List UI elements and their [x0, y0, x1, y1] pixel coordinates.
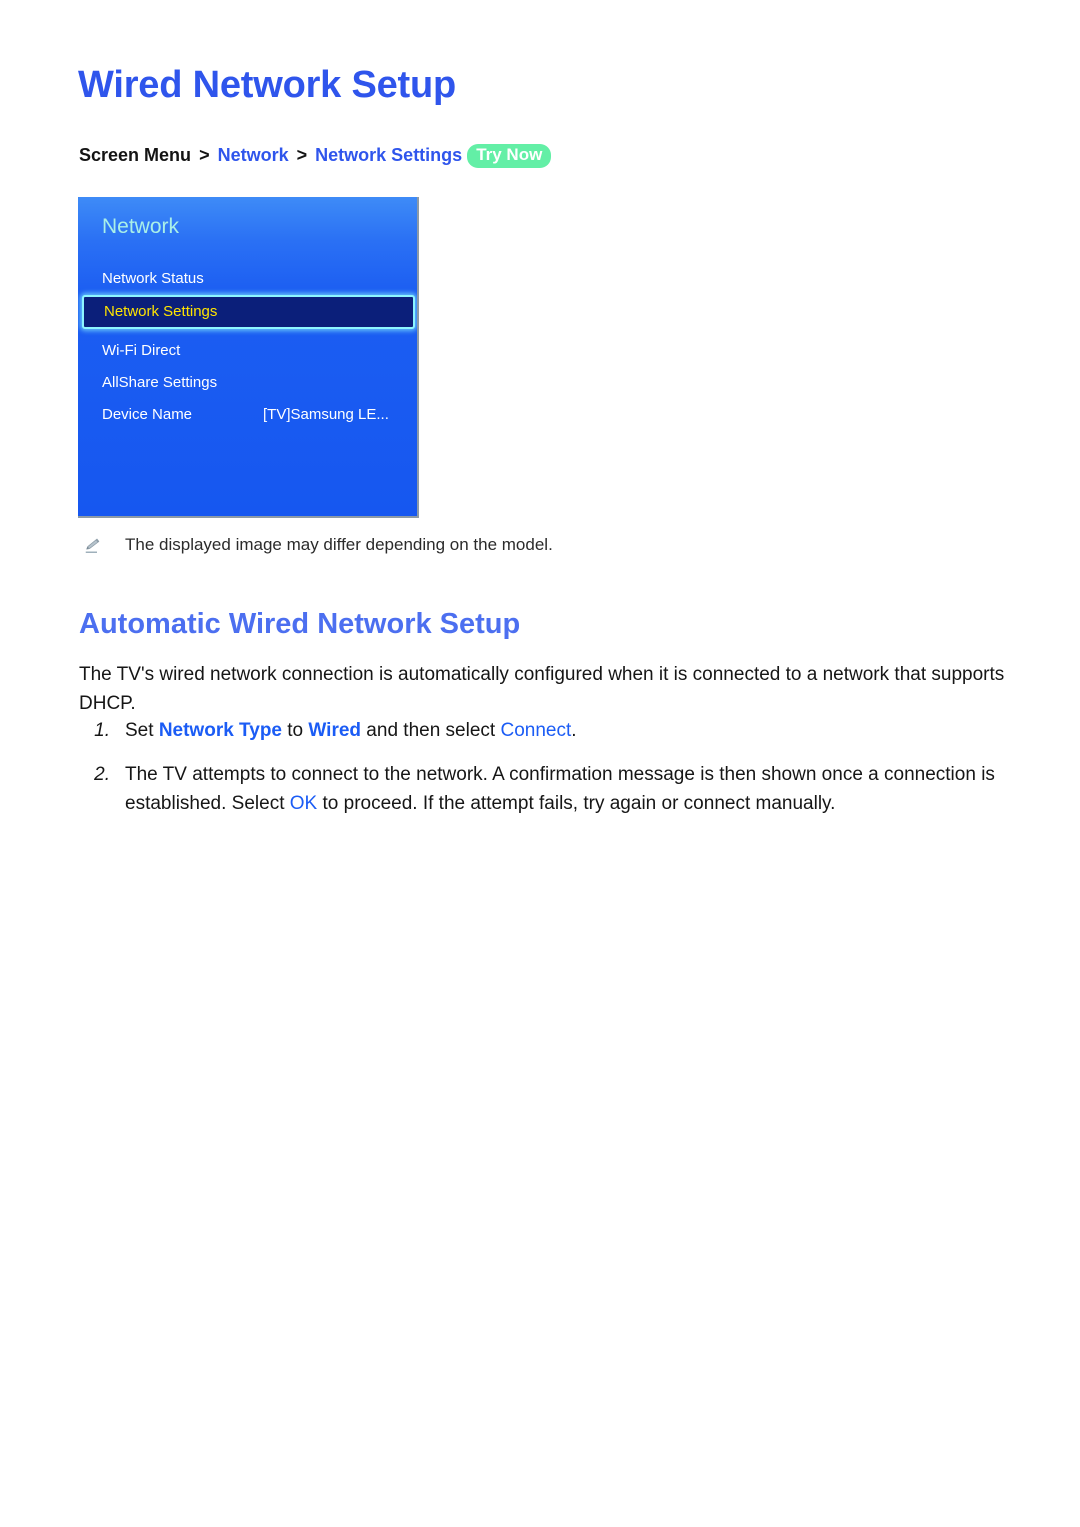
tv-menu-item-label: Wi-Fi Direct [102, 342, 181, 359]
tv-menu-item-wi-fi-direct[interactable]: Wi-Fi Direct [78, 335, 417, 367]
step-item: 2. The TV attempts to connect to the netw… [79, 760, 1009, 818]
step-text: The TV attempts to connect to the networ… [125, 760, 1009, 818]
breadcrumb-separator-2: > [296, 145, 308, 165]
tv-menu-screenshot: Network Network Status Network Settings Wi… [78, 197, 419, 518]
note-text: The displayed image may differ depending… [125, 535, 553, 554]
tv-panel-title: Network [102, 215, 180, 238]
tv-menu-list: Network Status Network Settings Wi-Fi Dire… [78, 263, 417, 431]
step-text-highlight[interactable]: OK [290, 793, 317, 814]
tv-menu-item-device-name[interactable]: Device Name [TV]Samsung LE... [78, 399, 417, 431]
tv-menu-item-network-status[interactable]: Network Status [78, 263, 417, 295]
section-paragraph: The TV's wired network connection is aut… [79, 664, 1005, 714]
step-text-highlight[interactable]: Network Type [159, 720, 282, 741]
tv-menu-item-label: Network Settings [104, 303, 218, 320]
breadcrumb-root: Screen Menu [79, 145, 192, 165]
tv-menu-item-label: AllShare Settings [102, 374, 218, 391]
step-number: 2. [94, 764, 110, 785]
steps-list: 1. Set Network Type to Wired and then sel… [79, 716, 1009, 833]
breadcrumb-separator-1: > [199, 145, 210, 165]
breadcrumb-item-network[interactable]: Network [218, 145, 289, 165]
step-text-fragment: to proceed. If the attempt fails, try ag… [317, 793, 836, 814]
step-text-fragment: Set [125, 720, 159, 741]
step-number: 1. [94, 720, 110, 741]
breadcrumb-item-network-settings[interactable]: Network Settings [315, 145, 462, 165]
page-title: Wired Network Setup [78, 64, 457, 106]
step-text-fragment: . [571, 720, 577, 741]
step-text-highlight[interactable]: Wired [308, 720, 361, 741]
tv-menu-item-label: Device Name [102, 406, 193, 423]
tv-menu-item-allshare-settings[interactable]: AllShare Settings [78, 367, 417, 399]
step-text-highlight[interactable]: Connect [500, 720, 571, 741]
note-row: The displayed image may differ depending… [82, 534, 553, 556]
tv-menu-item-label: Network Status [102, 270, 204, 287]
step-text-fragment: to [282, 720, 309, 741]
tv-menu-item-network-settings[interactable]: Network Settings [82, 295, 415, 329]
step-text-fragment: and then select [361, 720, 501, 741]
section-heading: Automatic Wired Network Setup [79, 608, 521, 640]
pencil-icon [82, 536, 102, 556]
step-item: 1. Set Network Type to Wired and then sel… [79, 716, 1009, 745]
tv-menu-item-value: [TV]Samsung LE... [263, 406, 389, 423]
document-page: Wired Network Setup Screen Menu > Networ… [0, 0, 1080, 1527]
step-text: Set Network Type to Wired and then selec… [125, 716, 1009, 745]
try-now-badge[interactable]: Try Now [467, 144, 552, 168]
breadcrumb: Screen Menu > Network > Network Settings… [79, 143, 552, 168]
